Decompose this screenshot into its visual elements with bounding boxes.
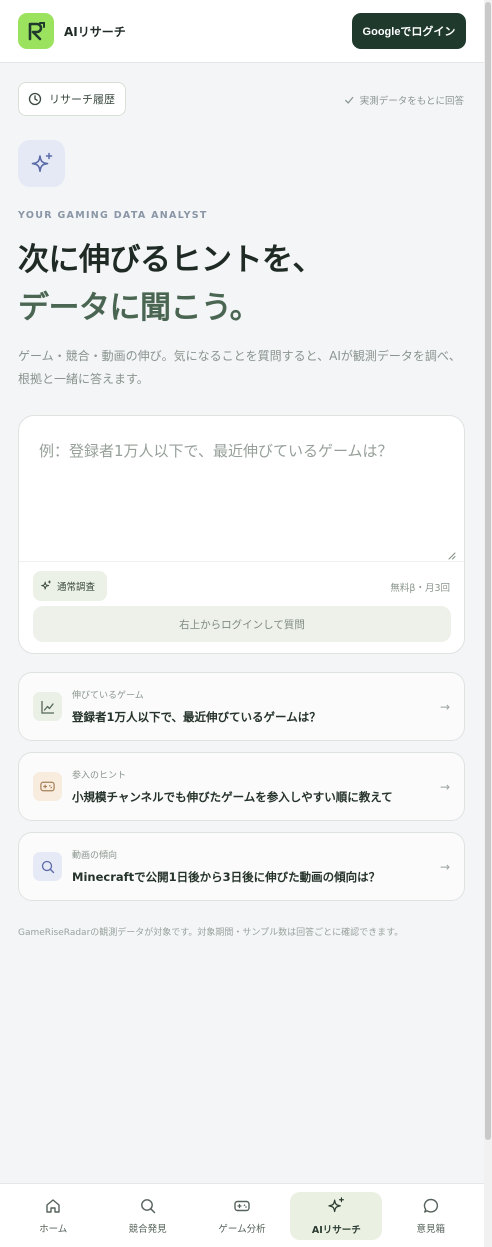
resize-handle-icon[interactable] — [446, 550, 456, 560]
question-card: 例：登録者1万人以下で、最近伸びているゲームは？ 通常調査 無料β・月3回 右上… — [18, 415, 465, 654]
observed-data-note: 実測データをもとに回答 — [344, 93, 464, 107]
sparkle-small-icon — [41, 580, 51, 590]
top-bar: AIリサーチ Googleでログイン — [0, 0, 484, 63]
submit-question-button[interactable]: 右上からログインして質問 — [33, 606, 451, 642]
clock-icon — [28, 92, 42, 106]
nav-label: AIリサーチ — [311, 1224, 361, 1236]
google-login-button[interactable]: Googleでログイン — [352, 13, 466, 49]
arrow-right-icon: → — [439, 779, 450, 794]
mode-chip-label: 通常調査 — [57, 582, 96, 593]
page-scrollbar[interactable] — [484, 0, 492, 1247]
nav-item-ai-research[interactable]: AIリサーチ — [290, 1191, 383, 1240]
home-icon — [46, 1198, 60, 1213]
nav-label: ホーム — [39, 1223, 68, 1235]
suggestion-card-entry-hints[interactable]: 参入のヒント 小規模チャンネルでも伸びたゲームを参入しやすい順に教えて → — [18, 752, 465, 821]
sparkle-badge — [18, 140, 65, 187]
suggestion-card-growing-games[interactable]: 伸びているゲーム 登録者1万人以下で、最近伸びているゲームは？ → — [18, 672, 465, 741]
question-input[interactable]: 例：登録者1万人以下で、最近伸びているゲームは？ — [19, 416, 464, 562]
gamepad-icon — [33, 772, 62, 801]
headline-line-2: データに聞こう。 — [18, 290, 261, 326]
suggestion-card-video-trends[interactable]: 動画の傾向 Minecraftで公開1日後から3日後に伸びた動画の傾向は？ → — [18, 832, 465, 901]
suggestion-question: 小規模チャンネルでも伸びたゲームを参入しやすい順に教えて — [72, 790, 393, 804]
arrow-right-icon: → — [439, 859, 450, 874]
chat-bubble-icon — [423, 1198, 438, 1213]
nav-item-home[interactable]: ホーム — [7, 1192, 99, 1240]
suggestion-question: Minecraftで公開1日後から3日後に伸びた動画の傾向は？ — [72, 870, 381, 884]
gamepad-icon — [234, 1200, 250, 1211]
nav-item-feedback[interactable]: 意見箱 — [385, 1192, 477, 1240]
suggestion-category: 動画の傾向 — [72, 851, 118, 861]
app-title: AIリサーチ — [64, 24, 126, 39]
suggestion-category: 伸びているゲーム — [72, 691, 144, 701]
eyebrow-label: YOUR GAMING DATA ANALYST — [18, 210, 208, 221]
nav-label: ゲーム分析 — [218, 1223, 266, 1235]
nav-item-game-analysis[interactable]: ゲーム分析 — [196, 1192, 288, 1240]
sparkle-icon — [328, 1196, 345, 1212]
quota-label: 無料β・月3回 — [390, 583, 450, 594]
nav-label: 競合発見 — [128, 1223, 167, 1235]
scrollbar-thumb[interactable] — [485, 2, 491, 1140]
suggestion-question: 登録者1万人以下で、最近伸びているゲームは？ — [72, 710, 321, 724]
arrow-right-icon: → — [439, 699, 450, 714]
research-history-button[interactable]: リサーチ履歴 — [18, 82, 126, 116]
search-icon — [140, 1198, 155, 1213]
page-headline: 次に伸びるヒントを、 データに聞こう。 — [18, 236, 324, 332]
search-icon — [33, 852, 62, 881]
check-icon — [344, 96, 354, 104]
nav-label: 意見箱 — [416, 1223, 445, 1235]
research-history-label: リサーチ履歴 — [49, 93, 115, 106]
bottom-navigation: ホーム 競合発見 ゲーム分析 AIリサーチ 意見箱 — [0, 1183, 484, 1247]
data-source-footnote: GameRiseRadarの観測データが対象です。対象期間・サンプル数は回答ごと… — [18, 928, 404, 938]
trend-chart-icon — [33, 692, 62, 721]
headline-line-1: 次に伸びるヒントを、 — [18, 242, 324, 278]
intro-text: ゲーム・競合・動画の伸び。気になることを質問すると、AIが観測データを調べ、根拠… — [18, 349, 461, 386]
suggestion-category: 参入のヒント — [72, 771, 127, 781]
mode-chip-standard[interactable]: 通常調査 — [33, 571, 107, 601]
logo-r-icon — [28, 22, 45, 41]
nav-item-competitors[interactable]: 競合発見 — [102, 1192, 194, 1240]
app-logo[interactable] — [18, 13, 54, 49]
sparkle-icon — [31, 152, 52, 172]
observed-data-label: 実測データをもとに回答 — [359, 96, 464, 107]
